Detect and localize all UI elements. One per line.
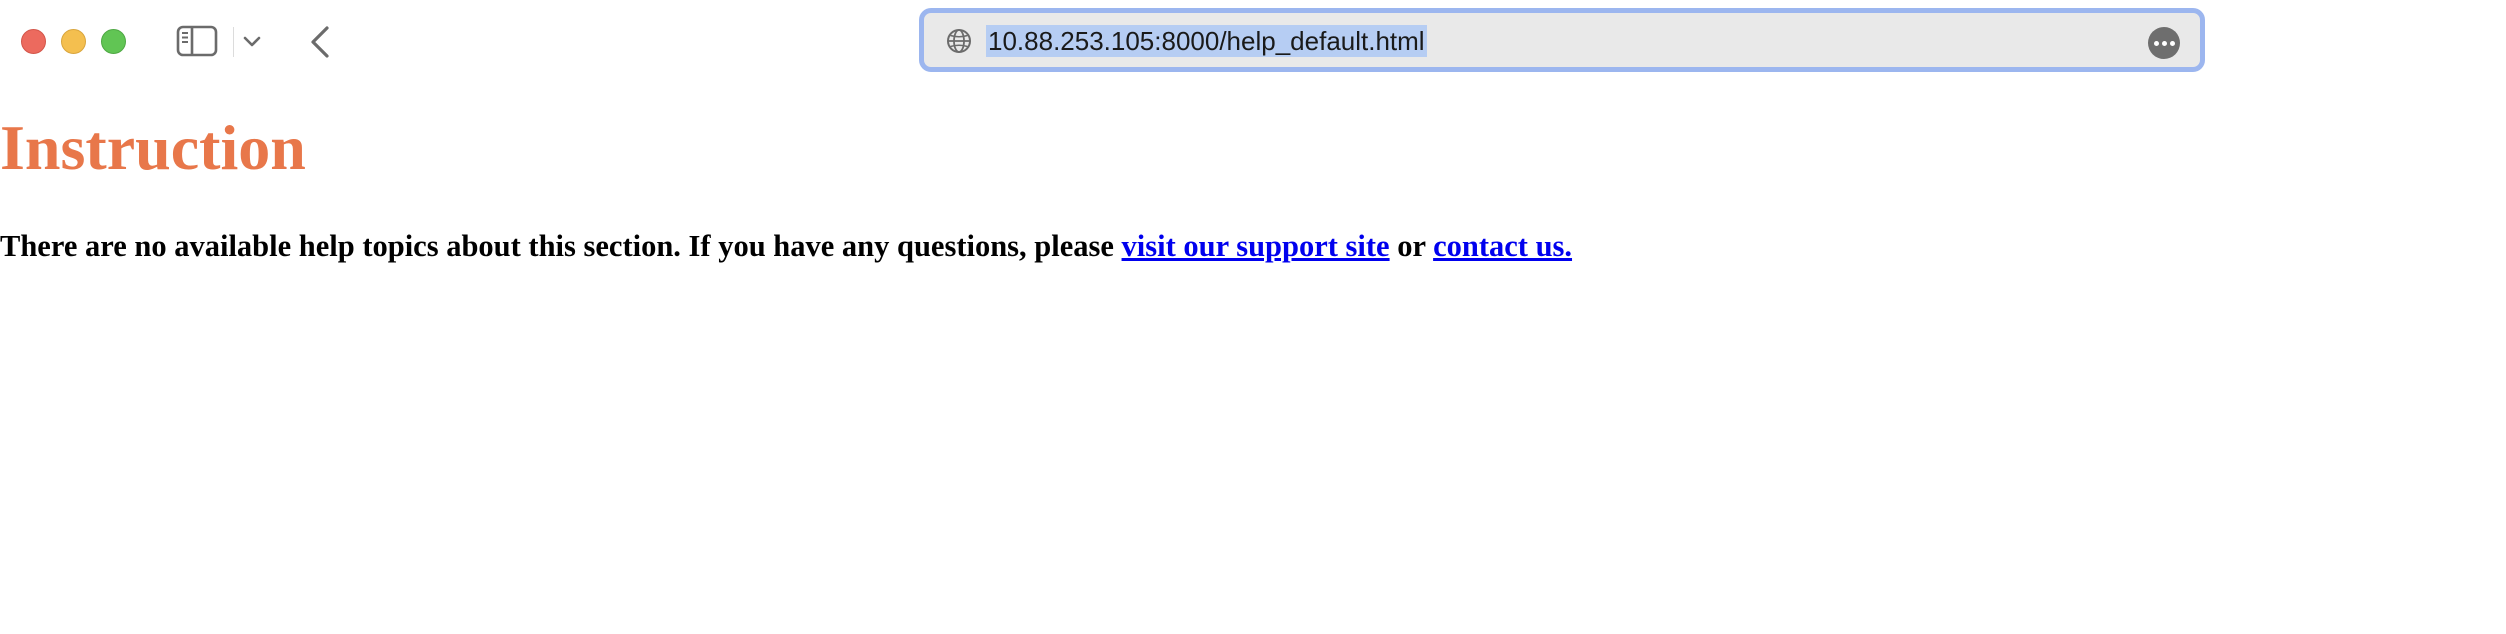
ellipsis-icon [2153,40,2159,46]
help-message: There are no available help topics about… [0,226,1572,266]
sidebar-toggle-icon [176,25,218,57]
window-maximize-button[interactable] [101,29,126,54]
support-site-link[interactable]: visit our support site [1122,229,1390,263]
toolbar-divider [233,27,234,57]
help-message-conjunction: or [1389,229,1434,263]
page-menu-button[interactable] [2148,27,2180,59]
url-field[interactable]: 10.88.253.105:8000/help_default.html [986,23,1427,59]
sidebar-toggle-button[interactable] [176,23,218,59]
chevron-down-icon [243,36,261,47]
tab-group-menu-button[interactable] [240,28,264,54]
window-close-button[interactable] [21,29,46,54]
browser-toolbar: 10.88.253.105:8000/help_default.html [0,0,2506,84]
help-message-text: There are no available help topics about… [0,229,1122,263]
contact-us-link[interactable]: contact us. [1433,229,1572,263]
window-minimize-button[interactable] [61,29,86,54]
back-button[interactable] [303,22,337,62]
url-selected-text: 10.88.253.105:8000/help_default.html [986,25,1427,57]
page-title: Instruction [0,112,306,183]
address-bar[interactable]: 10.88.253.105:8000/help_default.html [919,8,2205,72]
globe-icon [947,29,971,53]
chevron-left-icon [311,26,329,58]
